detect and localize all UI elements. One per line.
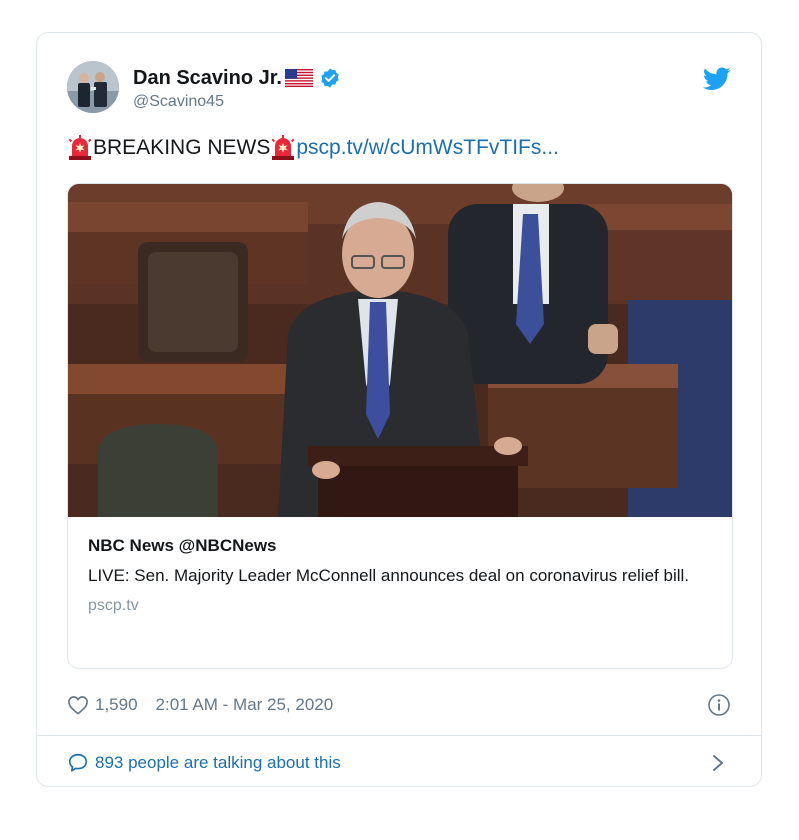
us-flag-icon [284,69,313,87]
tweet-text: BREAKING NEWS pscp.tv/w/cUmWsTFvTIFs... [67,135,559,161]
speech-bubble-icon [67,752,89,774]
verified-badge-icon [319,67,341,89]
card-body: NBC News @NBCNews LIVE: Sen. Majority Le… [88,536,712,615]
avatar[interactable] [67,61,119,113]
heart-icon[interactable] [67,695,89,715]
chevron-right-icon[interactable] [711,753,725,773]
conversation-footer[interactable]: 893 people are talking about this [67,749,731,777]
tweet-text-prefix: BREAKING NEWS [93,136,271,159]
conversation-link[interactable]: 893 people are talking about this [95,753,341,773]
card-description: LIVE: Sen. Majority Leader McConnell ann… [88,566,689,585]
card-author: NBC News @NBCNews [88,536,277,555]
tweet-embed-card: Dan Scavino Jr. @Scavino45 BREAKING NEWS… [36,32,762,787]
police-siren-icon [270,135,296,161]
card-domain: pscp.tv [88,597,139,614]
tweet-meta: 1,590 2:01 AM - Mar 25, 2020 [67,693,731,717]
video-thumbnail[interactable] [68,184,733,517]
display-name-row: Dan Scavino Jr. [133,65,341,91]
like-count[interactable]: 1,590 [95,695,138,715]
tweet-link[interactable]: pscp.tv/w/cUmWsTFvTIFs... [296,136,559,160]
display-name[interactable]: Dan Scavino Jr. [133,67,282,90]
police-siren-icon [67,135,93,161]
timestamp[interactable]: 2:01 AM - Mar 25, 2020 [156,695,334,715]
info-icon[interactable] [707,693,731,717]
author-block: Dan Scavino Jr. @Scavino45 [133,65,341,111]
link-preview-card[interactable]: NBC News @NBCNews LIVE: Sen. Majority Le… [67,183,733,669]
handle[interactable]: @Scavino45 [133,93,341,111]
divider [37,735,761,736]
tweet-header: Dan Scavino Jr. @Scavino45 [67,61,731,121]
twitter-bird-icon[interactable] [702,67,731,91]
